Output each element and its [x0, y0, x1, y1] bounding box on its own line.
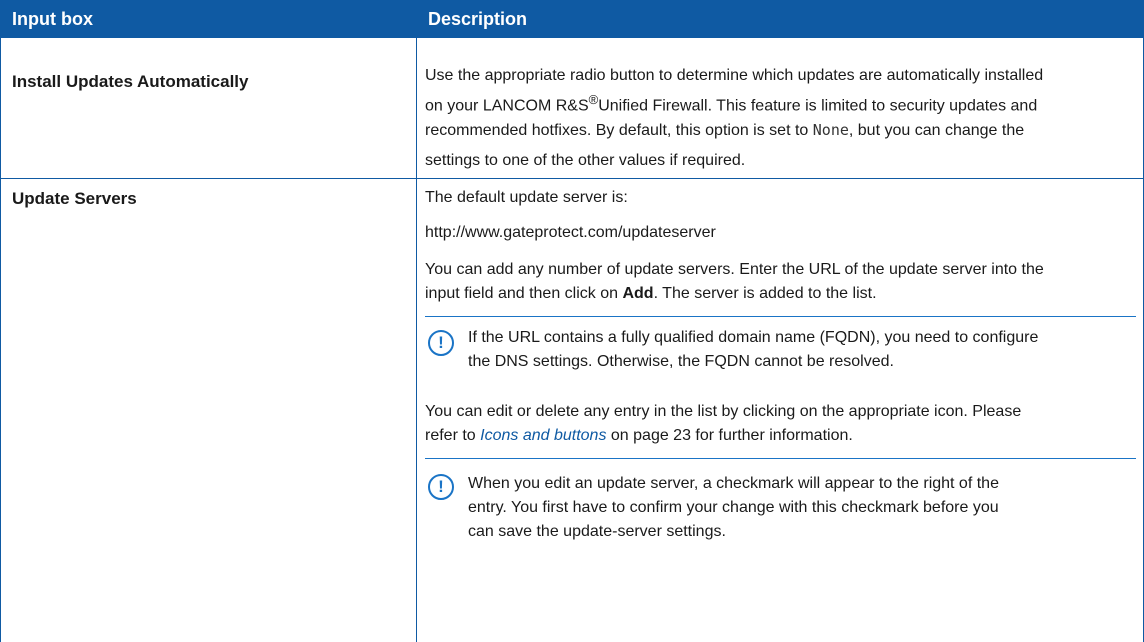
- table-header: Input box Description: [0, 0, 1144, 38]
- text-line: can save the update-server settings.: [468, 523, 726, 540]
- icons-and-buttons-link[interactable]: Icons and buttons: [480, 427, 606, 444]
- text-line: on your LANCOM R&S: [425, 97, 589, 115]
- column-header-input-box: Input box: [12, 9, 93, 29]
- note-top-rule: [425, 316, 1136, 317]
- table-left-border: [0, 38, 1, 642]
- text-line: . The server is added to the list.: [653, 285, 877, 302]
- note-top-rule: [425, 458, 1136, 459]
- text-line: You can edit or delete any entry in the …: [425, 403, 1022, 420]
- text-line: entry. You first have to confirm your ch…: [468, 499, 999, 516]
- text-line: When you edit an update server, a checkm…: [468, 475, 999, 492]
- text-line: Unified Firewall. This feature is limite…: [598, 97, 1038, 115]
- add-keyword: Add: [622, 285, 654, 302]
- exclamation-icon: !: [428, 330, 454, 356]
- code-value-none: None: [812, 121, 849, 140]
- text-line: settings to one of the other values if r…: [425, 152, 746, 170]
- default-server-intro: The default update server is:: [425, 189, 628, 206]
- text-line: You can add any number of update servers…: [425, 261, 1044, 278]
- install-updates-description: Use the appropriate radio button to dete…: [425, 64, 1135, 173]
- note-fqdn-text: If the URL contains a fully qualified do…: [468, 326, 1133, 374]
- text-line: refer to: [425, 427, 481, 444]
- note-fqdn: ! If the URL contains a fully qualified …: [416, 316, 1144, 388]
- exclamation-icon: !: [428, 474, 454, 500]
- text-line: on page 23 for further information.: [606, 427, 853, 444]
- note-edit-text: When you edit an update server, a checkm…: [468, 472, 1133, 544]
- note-edit-checkmark: ! When you edit an update server, a chec…: [416, 458, 1144, 604]
- text-line: the DNS settings. Otherwise, the FQDN ca…: [468, 353, 894, 370]
- default-server-url: http://www.gateprotect.com/updateserver: [425, 224, 716, 241]
- documentation-table: Input box Description Install Updates Au…: [0, 0, 1144, 642]
- text-line: If the URL contains a fully qualified do…: [468, 329, 1039, 346]
- text-line: recommended hotfixes. By default, this o…: [425, 122, 813, 140]
- text-line: Use the appropriate radio button to dete…: [425, 67, 1044, 84]
- text-line: input field and then click on: [425, 285, 623, 302]
- row-label-update-servers: Update Servers: [12, 189, 137, 208]
- column-header-description: Description: [428, 9, 528, 29]
- add-servers-paragraph: You can add any number of update servers…: [425, 258, 1135, 306]
- text-line: , but you can change the: [848, 122, 1025, 140]
- row-divider: [0, 178, 1144, 179]
- row-label-install-updates: Install Updates Automatically: [12, 72, 249, 91]
- registered-mark: ®: [588, 92, 599, 107]
- edit-entries-paragraph: You can edit or delete any entry in the …: [425, 400, 1135, 448]
